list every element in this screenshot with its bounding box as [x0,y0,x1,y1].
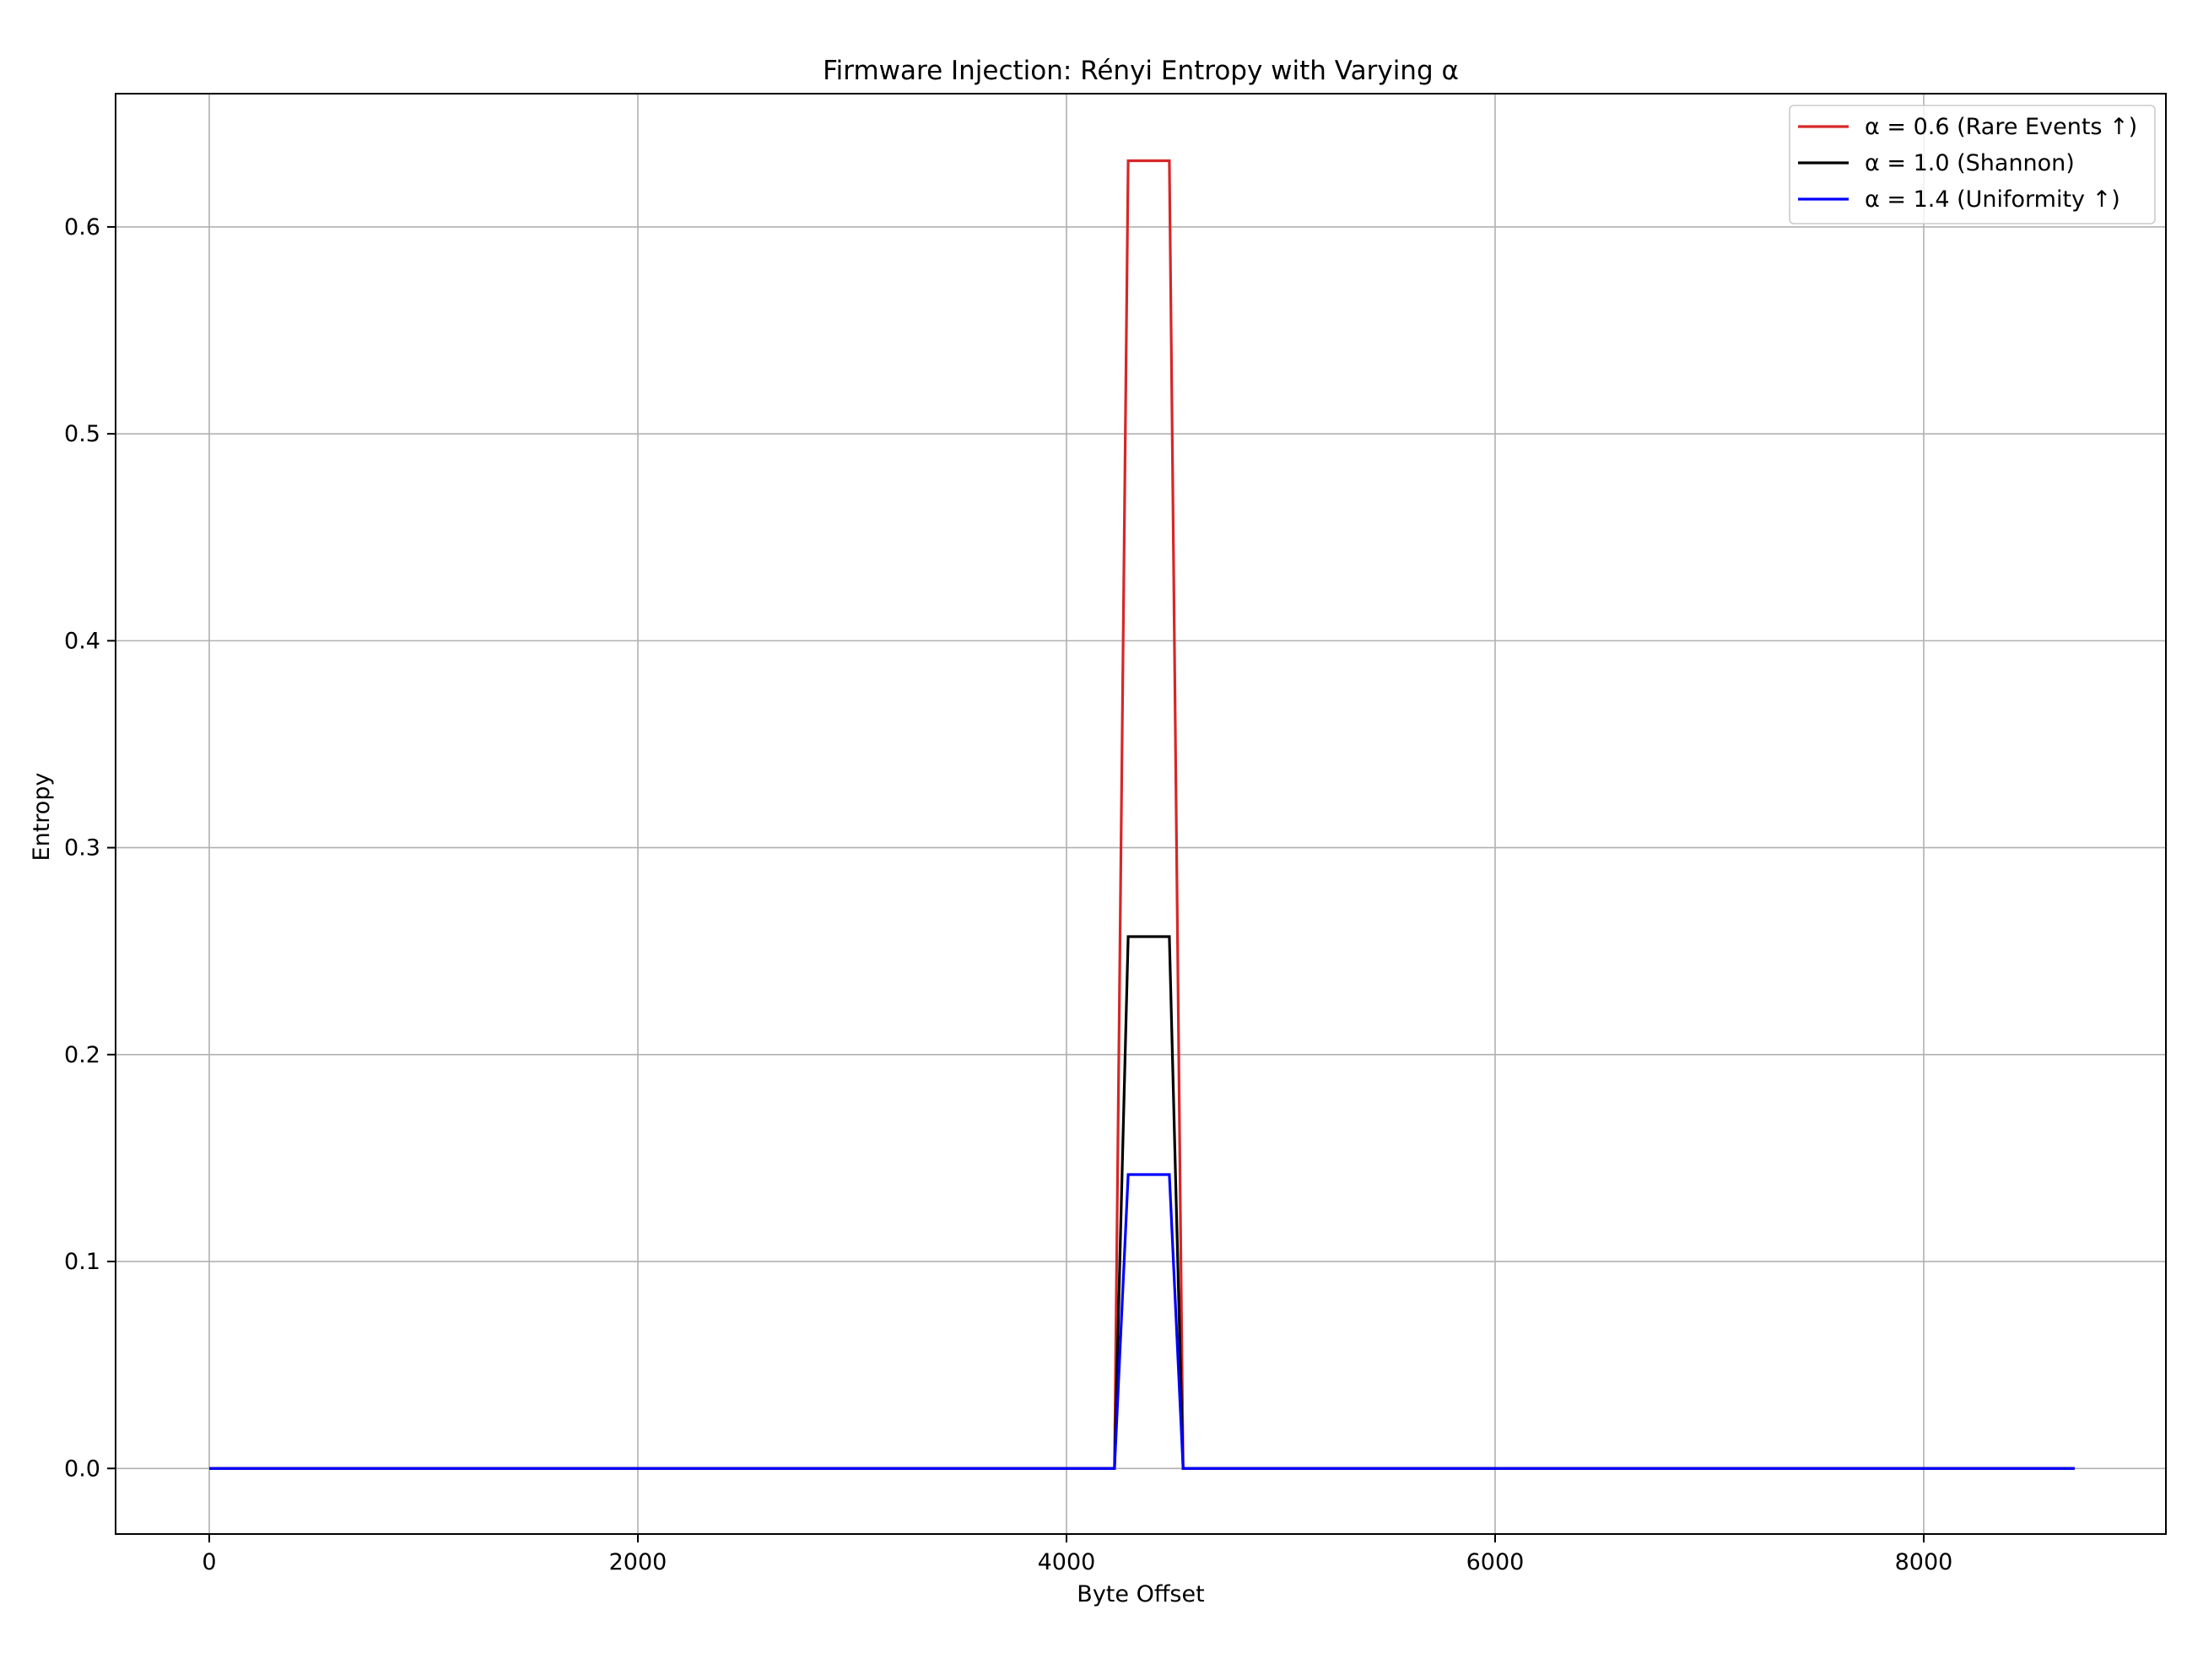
legend: α = 0.6 (Rare Events ↑) α = 1.0 (Shannon)… [1789,105,2156,224]
x-axis-label: Byte Offset [1077,1581,1204,1607]
y-tick-label: 0.6 [64,214,100,240]
legend-label: α = 1.0 (Shannon) [1865,150,2075,176]
y-axis-label: Entropy [29,773,55,862]
y-tick-label: 0.1 [64,1249,100,1275]
chart: Firmware Injection: Rényi Entropy with V… [0,0,2187,1676]
y-tick-label: 0.4 [64,628,100,654]
y-tick-label: 0.2 [64,1042,100,1068]
y-tick-label: 0.0 [64,1456,100,1482]
x-tick-label: 6000 [1466,1549,1525,1575]
x-tick-label: 0 [202,1549,216,1575]
chart-title: Firmware Injection: Rényi Entropy with V… [823,56,1459,86]
x-tick-label: 2000 [609,1549,667,1575]
legend-label: α = 1.4 (Uniformity ↑) [1865,186,2120,213]
legend-label: α = 0.6 (Rare Events ↑) [1865,114,2137,140]
x-tick-label: 8000 [1895,1549,1953,1575]
line-chart: Firmware Injection: Rényi Entropy with V… [0,0,2187,1676]
y-tick-label: 0.3 [64,835,100,862]
y-tick-label: 0.5 [64,421,100,447]
figure-background [0,0,2187,1676]
x-tick-label: 4000 [1038,1549,1096,1575]
